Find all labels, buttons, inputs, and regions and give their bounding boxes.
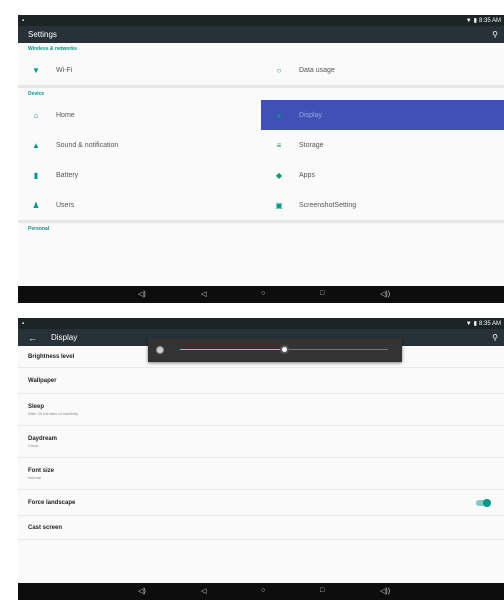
- search-icon[interactable]: ⚲: [492, 30, 498, 39]
- settings-item-wifi[interactable]: ▼ Wi-Fi: [18, 55, 261, 85]
- settings-item-apps[interactable]: ◆ Apps: [261, 160, 504, 190]
- list-item-subtitle: Clock: [28, 442, 39, 448]
- brightness-icon: [156, 346, 164, 354]
- navigation-bar: ◁) ◁ ○ □ ◁)): [18, 583, 504, 600]
- data-usage-icon: ○: [276, 65, 282, 75]
- section-header-wireless: Wireless & networks: [28, 46, 77, 52]
- list-item-title: Sleep: [28, 403, 45, 410]
- list-item-title: Wallpaper: [28, 377, 57, 384]
- settings-item-data-usage[interactable]: ○ Data usage: [261, 55, 504, 85]
- list-item-title: Force landscape: [28, 499, 76, 506]
- battery-icon: ▮: [33, 170, 39, 180]
- brightness-popup: [148, 338, 402, 362]
- recents-icon[interactable]: □: [320, 290, 324, 297]
- list-item-force-landscape[interactable]: Force landscape: [18, 490, 504, 516]
- clock: 8:35 AM: [478, 320, 501, 327]
- settings-item-label: Sound & notification: [56, 141, 119, 149]
- volume-up-icon[interactable]: ◁)): [380, 290, 390, 298]
- search-icon[interactable]: ⚲: [492, 333, 498, 342]
- settings-item-label: Home: [56, 111, 75, 119]
- list-item-subtitle: Normal: [28, 474, 41, 480]
- list-item-wallpaper[interactable]: Wallpaper: [18, 368, 504, 394]
- wireless-grid: ▼ Wi-Fi ○ Data usage: [18, 55, 504, 85]
- list-item-title: Cast screen: [28, 524, 63, 531]
- apps-icon: ◆: [275, 170, 283, 180]
- home-icon: ⌂: [33, 110, 39, 120]
- settings-item-label: Wi-Fi: [56, 66, 73, 74]
- settings-item-label: ScreenshotSetting: [299, 201, 357, 209]
- battery-status-icon: ▮: [473, 18, 477, 24]
- back-arrow-icon[interactable]: ←: [28, 333, 37, 343]
- settings-item-label: Apps: [299, 171, 315, 179]
- settings-item-users[interactable]: ♟ Users: [18, 190, 261, 220]
- settings-item-storage[interactable]: ≡ Storage: [261, 130, 504, 160]
- screenshot-icon: ▣: [275, 200, 283, 210]
- status-bar: ▪ ▼ ▮ 8:35 AM: [18, 318, 504, 329]
- list-item-title: Daydream: [28, 435, 58, 442]
- settings-item-label: Data usage: [299, 66, 335, 74]
- settings-item-screenshot[interactable]: ▣ ScreenshotSetting: [261, 190, 504, 220]
- recents-icon[interactable]: □: [320, 587, 324, 594]
- home-nav-icon[interactable]: ○: [261, 587, 265, 594]
- volume-down-icon[interactable]: ◁): [138, 290, 146, 298]
- notification-icon: ▪: [22, 320, 25, 327]
- settings-screen: ▪ ▼ ▮ 8:35 AM Settings ⚲ Wireless & netw…: [18, 15, 504, 303]
- display-icon: ●: [276, 110, 282, 120]
- brightness-slider[interactable]: [180, 345, 388, 354]
- app-bar: Settings ⚲: [18, 26, 504, 43]
- settings-item-battery[interactable]: ▮ Battery: [18, 160, 261, 190]
- toggle-knob: [483, 498, 491, 507]
- storage-icon: ≡: [276, 140, 282, 150]
- section-header-device: Device: [28, 91, 45, 97]
- wifi-status-icon: ▼: [465, 320, 472, 327]
- brightness-slider-thumb[interactable]: [280, 345, 289, 354]
- settings-item-label: Users: [56, 201, 75, 209]
- navigation-bar: ◁) ◁ ○ □ ◁)): [18, 286, 504, 303]
- volume-up-icon[interactable]: ◁)): [380, 587, 390, 595]
- brightness-slider-fill: [180, 349, 284, 350]
- status-bar: ▪ ▼ ▮ 8:35 AM: [18, 15, 504, 26]
- clock: 8:35 AM: [478, 17, 501, 24]
- device-grid: ⌂ Home ● Display ▲ Sound & notification …: [18, 100, 504, 220]
- display-screen: ▪ ▼ ▮ 8:35 AM ← Display ⚲ Brightness lev…: [18, 318, 504, 600]
- list-item-daydream[interactable]: Daydream Clock: [18, 426, 504, 458]
- page-title: Settings: [28, 30, 57, 39]
- list-item-sleep[interactable]: Sleep After 30 minutes of inactivity: [18, 394, 504, 426]
- display-list: Brightness level Wallpaper Sleep After 3…: [18, 346, 504, 540]
- settings-item-display[interactable]: ● Display: [261, 100, 504, 130]
- back-icon[interactable]: ◁: [201, 587, 206, 595]
- section-header-personal: Personal: [28, 226, 50, 232]
- list-item-font-size[interactable]: Font size Normal: [18, 458, 504, 490]
- users-icon: ♟: [32, 200, 40, 210]
- settings-item-label: Display: [299, 111, 322, 119]
- notification-icon: ▪: [22, 17, 25, 24]
- list-item-cast-screen[interactable]: Cast screen: [18, 516, 504, 540]
- list-item-title: Font size: [28, 467, 55, 474]
- settings-item-home[interactable]: ⌂ Home: [18, 100, 261, 130]
- settings-item-label: Storage: [299, 141, 324, 149]
- wifi-icon: ▼: [32, 65, 40, 75]
- settings-item-label: Battery: [56, 171, 79, 179]
- force-landscape-toggle[interactable]: [476, 498, 491, 507]
- volume-down-icon[interactable]: ◁): [138, 587, 146, 595]
- back-icon[interactable]: ◁: [201, 290, 206, 298]
- list-item-subtitle: After 30 minutes of inactivity: [28, 410, 79, 416]
- settings-item-sound[interactable]: ▲ Sound & notification: [18, 130, 261, 160]
- bell-icon: ▲: [32, 140, 40, 150]
- home-nav-icon[interactable]: ○: [261, 290, 265, 297]
- wifi-status-icon: ▼: [465, 17, 472, 24]
- battery-status-icon: ▮: [473, 321, 477, 327]
